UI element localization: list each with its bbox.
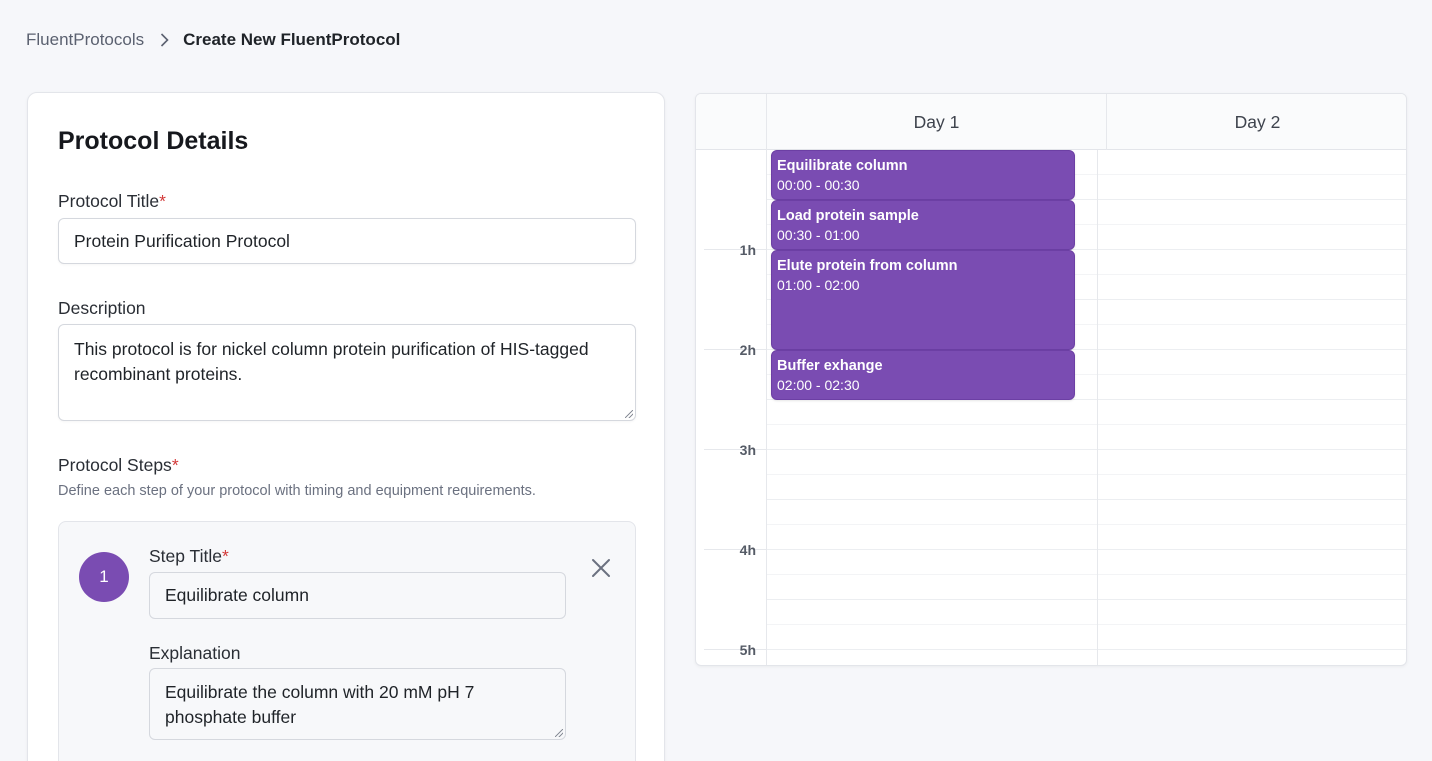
resize-handle-icon[interactable] bbox=[555, 729, 563, 737]
gridline bbox=[766, 599, 1406, 600]
time-label: 5h bbox=[739, 642, 756, 658]
card-title: Protocol Details bbox=[58, 127, 249, 155]
step-title-input[interactable]: Equilibrate column bbox=[149, 572, 566, 619]
close-icon bbox=[592, 559, 610, 577]
column-divider bbox=[766, 150, 767, 665]
step-card: 1 Step Title* Equilibrate column Explana… bbox=[58, 521, 636, 761]
time-label: 1h bbox=[739, 242, 756, 258]
time-label: 4h bbox=[739, 542, 756, 558]
resize-handle-icon[interactable] bbox=[625, 410, 633, 418]
required-mark: * bbox=[159, 191, 166, 211]
explanation-textarea[interactable]: Equilibrate the column with 20 mM pH 7 p… bbox=[149, 668, 566, 740]
breadcrumb-current: Create New FluentProtocol bbox=[183, 30, 401, 49]
time-label: 2h bbox=[739, 342, 756, 358]
event-title: Load protein sample bbox=[777, 208, 919, 224]
gridline bbox=[766, 574, 1406, 575]
event-title: Equilibrate column bbox=[777, 158, 908, 174]
gridline bbox=[766, 549, 1406, 550]
description-textarea[interactable]: This protocol is for nickel column prote… bbox=[58, 324, 636, 421]
gridline bbox=[766, 474, 1406, 475]
event-time: 02:00 - 02:30 bbox=[777, 377, 860, 393]
column-divider bbox=[1097, 150, 1098, 665]
time-axis: 1h 2h 3h 4h 5h bbox=[696, 150, 766, 665]
explanation-label: Explanation bbox=[149, 643, 241, 663]
required-mark: * bbox=[171, 455, 179, 475]
calendar-header: Day 1 Day 2 bbox=[696, 94, 1406, 150]
calendar-event[interactable]: Buffer exhange 02:00 - 02:30 bbox=[771, 350, 1075, 400]
time-label: 3h bbox=[739, 442, 756, 458]
breadcrumb: FluentProtocols Create New FluentProtoco… bbox=[26, 30, 400, 50]
gridline bbox=[766, 424, 1406, 425]
protocol-steps-hint: Define each step of your protocol with t… bbox=[58, 483, 536, 499]
gridline bbox=[766, 624, 1406, 625]
description-label: Description bbox=[58, 298, 146, 318]
gridline bbox=[766, 524, 1406, 525]
event-title: Elute protein from column bbox=[777, 258, 958, 274]
protocol-title-input[interactable]: Protein Purification Protocol bbox=[58, 218, 636, 264]
gridline bbox=[766, 499, 1406, 500]
protocol-title-label: Protocol Title* bbox=[58, 191, 166, 211]
event-time: 00:30 - 01:00 bbox=[777, 227, 860, 243]
required-mark: * bbox=[221, 546, 229, 566]
protocol-steps-label: Protocol Steps* bbox=[58, 455, 179, 475]
event-time: 00:00 - 00:30 bbox=[777, 177, 860, 193]
schedule-calendar: Day 1 Day 2 1h 2h 3h 4h 5h Equilibrate c… bbox=[695, 93, 1407, 666]
gridline bbox=[766, 649, 1406, 650]
description-text: This protocol is for nickel column prote… bbox=[74, 339, 589, 384]
remove-step-button[interactable] bbox=[589, 556, 613, 580]
event-title: Buffer exhange bbox=[777, 358, 883, 374]
step-number-badge: 1 bbox=[79, 552, 129, 602]
protocol-details-card: Protocol Details Protocol Title* Protein… bbox=[27, 92, 665, 761]
gridline bbox=[766, 449, 1406, 450]
calendar-event[interactable]: Load protein sample 00:30 - 01:00 bbox=[771, 200, 1075, 250]
explanation-text: Equilibrate the column with 20 mM pH 7 p… bbox=[165, 682, 475, 727]
breadcrumb-root-link[interactable]: FluentProtocols bbox=[26, 30, 144, 50]
chevron-right-icon bbox=[160, 33, 169, 47]
day-column-header-1: Day 1 bbox=[766, 94, 1106, 150]
day-column-header-2: Day 2 bbox=[1106, 94, 1406, 150]
event-time: 01:00 - 02:00 bbox=[777, 277, 860, 293]
calendar-event[interactable]: Equilibrate column 00:00 - 00:30 bbox=[771, 150, 1075, 200]
calendar-event[interactable]: Elute protein from column 01:00 - 02:00 bbox=[771, 250, 1075, 350]
step-title-label: Step Title* bbox=[149, 546, 229, 566]
